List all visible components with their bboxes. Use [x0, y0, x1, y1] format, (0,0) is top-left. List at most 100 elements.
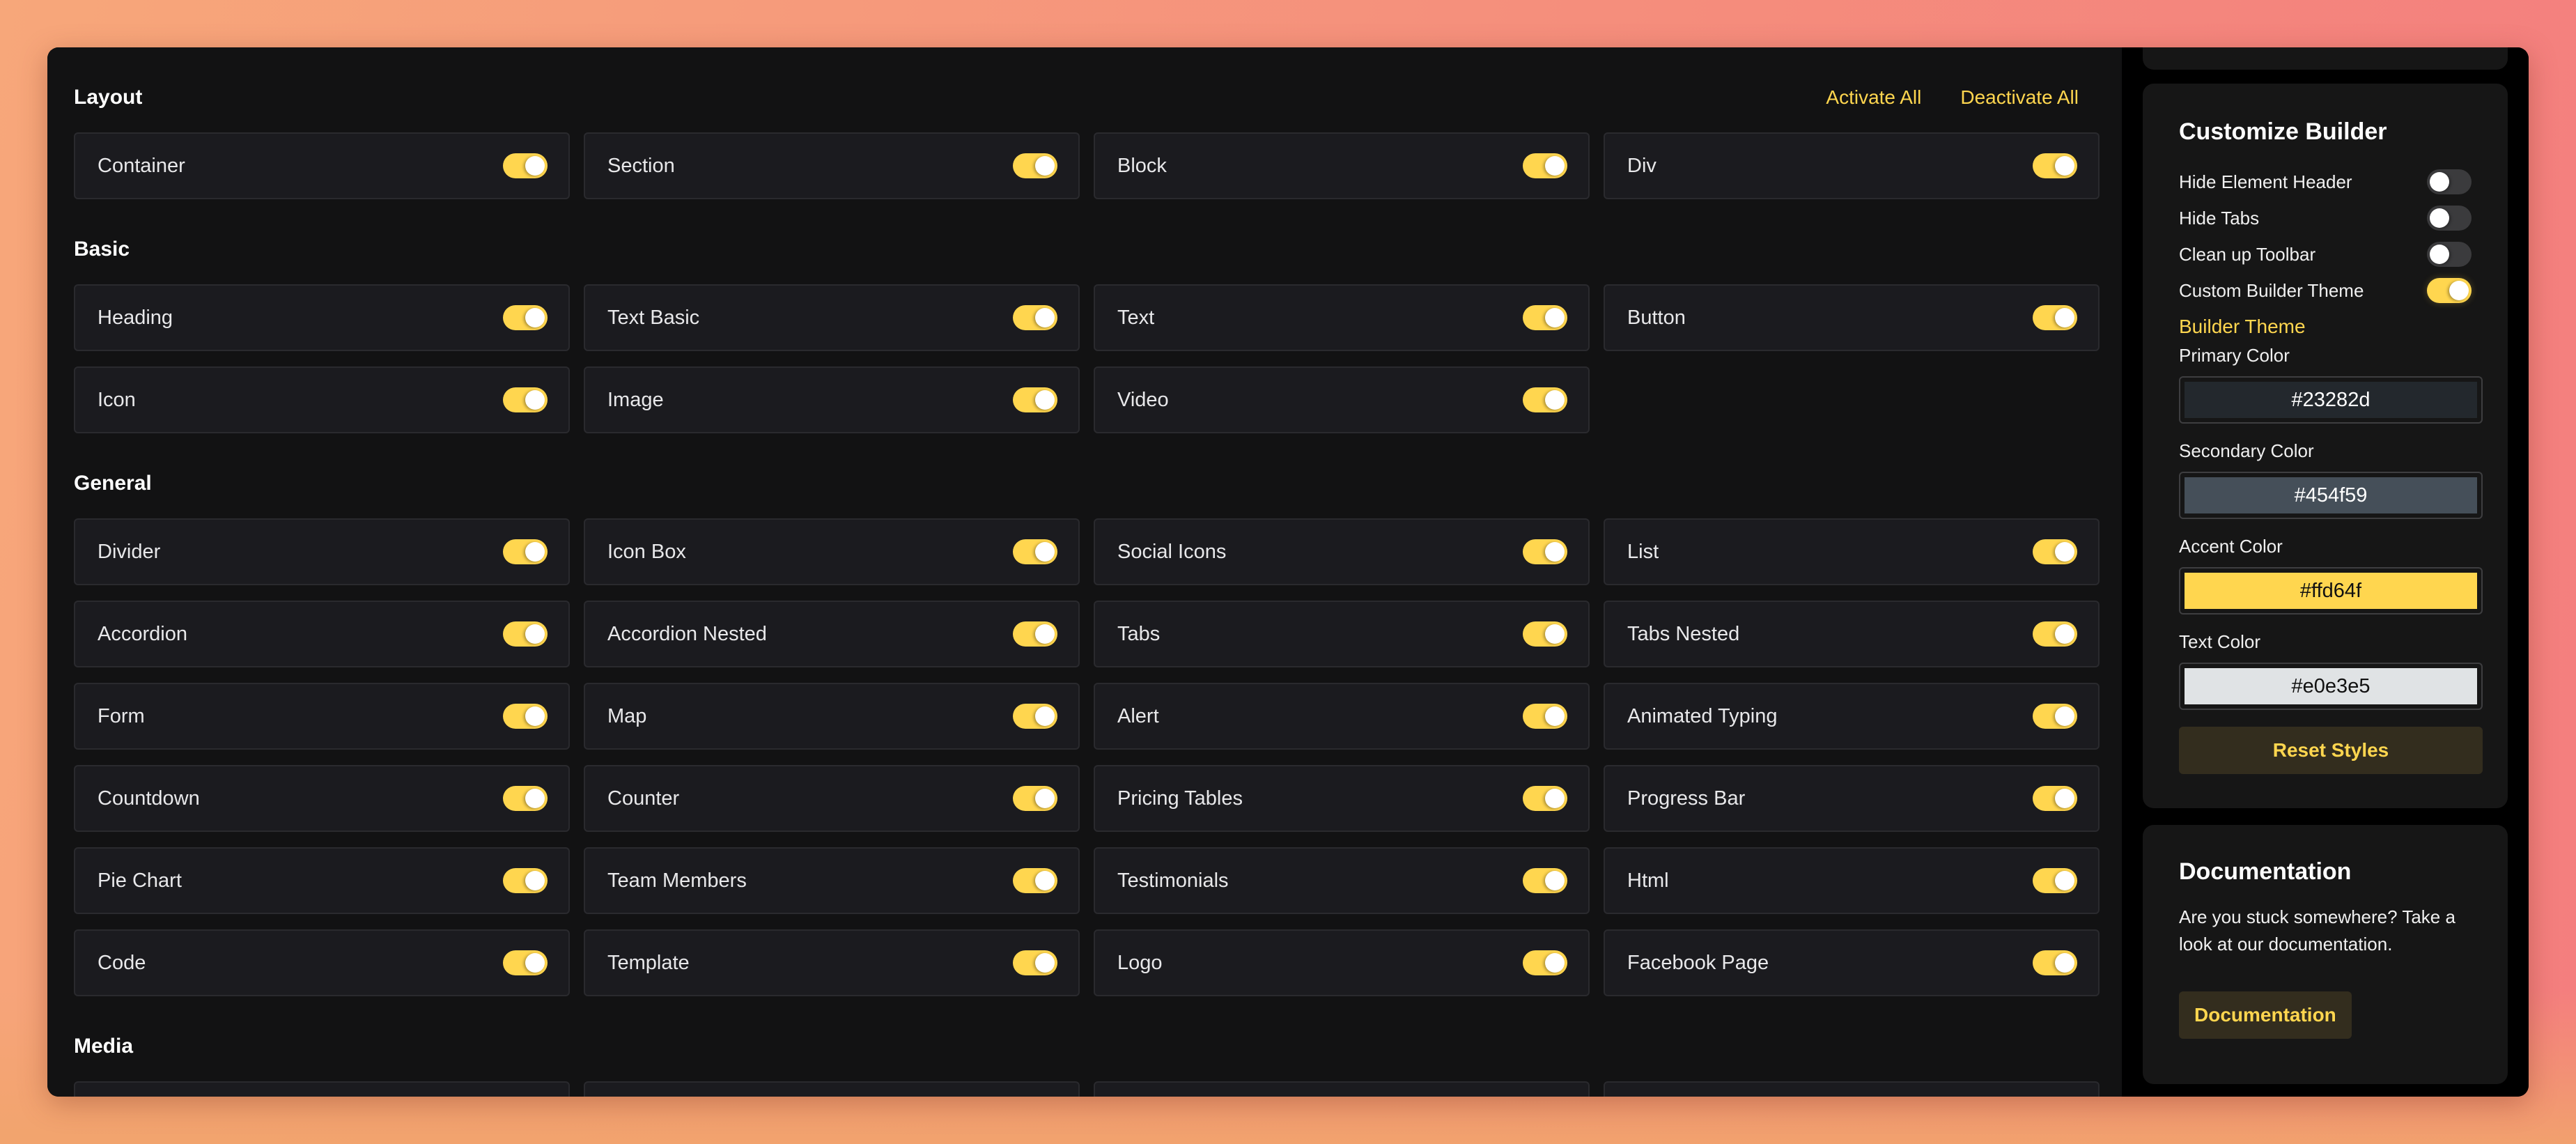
element-toggle-animated-typing[interactable]	[2033, 704, 2077, 729]
element-toggle-text[interactable]	[1523, 305, 1567, 330]
element-label: Icon	[98, 388, 136, 411]
element-label: Icon Box	[607, 540, 686, 563]
element-card-divider: Divider	[74, 518, 570, 585]
element-toggle-container[interactable]	[503, 153, 548, 178]
element-toggle-code[interactable]	[503, 950, 548, 975]
documentation-button[interactable]: Documentation	[2179, 991, 2352, 1039]
element-toggle-testimonials[interactable]	[1523, 868, 1567, 893]
option-toggle-clean-up-toolbar[interactable]	[2427, 242, 2472, 267]
element-toggle-pie-chart[interactable]	[503, 868, 548, 893]
element-label: Pie Chart	[98, 869, 182, 892]
option-label: Hide Element Header	[2179, 171, 2352, 192]
element-toggle-social-icons[interactable]	[1523, 539, 1567, 564]
color-value[interactable]: #e0e3e5	[2185, 668, 2477, 704]
element-card-section: Section	[584, 132, 1080, 199]
element-card-countdown: Countdown	[74, 765, 570, 832]
element-card-block: Block	[1094, 132, 1590, 199]
element-toggle-video[interactable]	[1523, 387, 1567, 412]
element-toggle-logo[interactable]	[1523, 950, 1567, 975]
app-window: Layout Activate All Deactivate All Containe…	[47, 47, 2529, 1097]
color-input-accent-color[interactable]: #ffd64f	[2179, 567, 2483, 614]
deactivate-all-button[interactable]: Deactivate All	[1960, 86, 2079, 109]
toggle-knob	[1035, 390, 1055, 410]
element-card-template: Template	[584, 929, 1080, 996]
element-toggle-heading[interactable]	[503, 305, 548, 330]
element-toggle-pricing-tables[interactable]	[1523, 786, 1567, 811]
element-toggle-tabs-nested[interactable]	[2033, 621, 2077, 647]
element-toggle-icon-box[interactable]	[1013, 539, 1057, 564]
element-label: Counter	[607, 787, 680, 810]
element-card-form: Form	[74, 683, 570, 750]
element-card-container: Container	[74, 132, 570, 199]
element-toggle-map[interactable]	[1013, 704, 1057, 729]
option-label: Custom Builder Theme	[2179, 279, 2364, 301]
element-toggle-tabs[interactable]	[1523, 621, 1567, 647]
element-label: Section	[607, 154, 675, 177]
element-card-team-members: Team Members	[584, 847, 1080, 914]
element-toggle-team-members[interactable]	[1013, 868, 1057, 893]
customize-builder-panel: Customize Builder Hide Element Header Hid…	[2143, 84, 2508, 808]
color-input-secondary-color[interactable]: #454f59	[2179, 472, 2483, 519]
element-card-map: Map	[584, 683, 1080, 750]
toggle-knob	[1035, 953, 1055, 973]
element-label: Divider	[98, 540, 161, 563]
element-toggle-divider[interactable]	[503, 539, 548, 564]
element-card-pie-chart: Pie Chart	[74, 847, 570, 914]
activate-all-button[interactable]: Activate All	[1826, 86, 1921, 109]
toggle-knob	[525, 390, 545, 410]
element-toggle-progress-bar[interactable]	[2033, 786, 2077, 811]
element-grid-media: Image Gallery Audio Carousel Slider	[74, 1081, 2100, 1097]
element-card-icon: Icon	[74, 366, 570, 433]
toggle-knob	[1545, 156, 1565, 176]
option-label: Hide Tabs	[2179, 207, 2260, 229]
section-header-general: General	[74, 467, 2095, 500]
element-label: Template	[607, 951, 690, 974]
element-toggle-icon[interactable]	[503, 387, 548, 412]
element-card-image: Image	[584, 366, 1080, 433]
element-toggle-countdown[interactable]	[503, 786, 548, 811]
element-label: Text Basic	[607, 306, 700, 329]
toggle-knob	[525, 156, 545, 176]
toggle-knob	[2449, 281, 2469, 300]
toggle-knob	[525, 871, 545, 890]
toggle-knob	[1035, 156, 1055, 176]
element-toggle-list[interactable]	[2033, 539, 2077, 564]
toggle-knob	[2055, 789, 2074, 808]
color-label-text-color: Text Color	[2179, 631, 2261, 652]
color-value[interactable]: #454f59	[2185, 477, 2477, 513]
element-toggle-counter[interactable]	[1013, 786, 1057, 811]
element-label: Team Members	[607, 869, 747, 892]
element-label: Form	[98, 704, 145, 727]
element-toggle-image[interactable]	[1013, 387, 1057, 412]
option-toggle-hide-tabs[interactable]	[2427, 206, 2472, 231]
color-value[interactable]: #23282d	[2185, 382, 2477, 418]
element-card-counter: Counter	[584, 765, 1080, 832]
element-label: Accordion Nested	[607, 622, 767, 645]
element-toggle-facebook-page[interactable]	[2033, 950, 2077, 975]
element-toggle-text-basic[interactable]	[1013, 305, 1057, 330]
section-title: Basic	[74, 238, 130, 261]
element-toggle-form[interactable]	[503, 704, 548, 729]
element-toggle-div[interactable]	[2033, 153, 2077, 178]
element-card-div: Div	[1604, 132, 2100, 199]
color-value[interactable]: #ffd64f	[2185, 573, 2477, 609]
documentation-panel: Documentation Are you stuck somewhere? T…	[2143, 825, 2508, 1084]
color-input-text-color[interactable]: #e0e3e5	[2179, 663, 2483, 710]
reset-styles-button[interactable]: Reset Styles	[2179, 727, 2483, 774]
element-card-facebook-page: Facebook Page	[1604, 929, 2100, 996]
element-toggle-alert[interactable]	[1523, 704, 1567, 729]
option-toggle-custom-builder-theme[interactable]	[2427, 278, 2472, 303]
element-label: Container	[98, 154, 185, 177]
option-toggle-hide-element-header[interactable]	[2427, 169, 2472, 194]
element-toggle-accordion-nested[interactable]	[1013, 621, 1057, 647]
element-toggle-block[interactable]	[1523, 153, 1567, 178]
section-title: General	[74, 472, 152, 495]
element-card-button: Button	[1604, 284, 2100, 351]
element-toggle-html[interactable]	[2033, 868, 2077, 893]
element-toggle-template[interactable]	[1013, 950, 1057, 975]
element-toggle-section[interactable]	[1013, 153, 1057, 178]
element-card-carousel: Carousel	[1094, 1081, 1590, 1097]
element-toggle-button[interactable]	[2033, 305, 2077, 330]
color-input-primary-color[interactable]: #23282d	[2179, 376, 2483, 424]
element-toggle-accordion[interactable]	[503, 621, 548, 647]
